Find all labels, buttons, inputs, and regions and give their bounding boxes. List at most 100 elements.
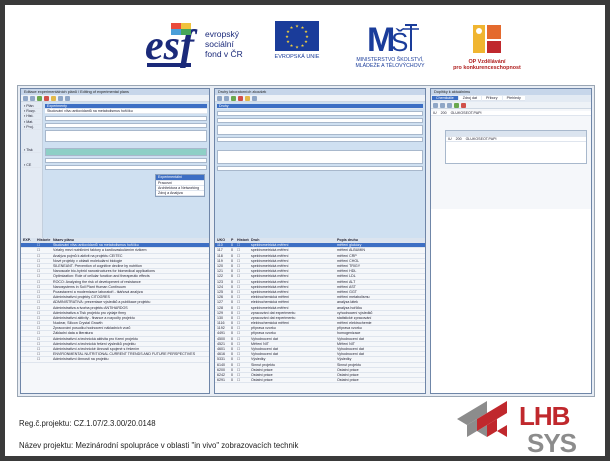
supplement-grid-row[interactable]: IU 200 GLUKOSEOT.PAPI [446,137,586,142]
history-checkbox[interactable]: ☐ [235,269,249,273]
history-checkbox[interactable]: ☐ [235,243,249,247]
history-checkbox[interactable]: ☐ [235,357,249,361]
history-checkbox[interactable]: ☐ [235,378,249,382]
lab-test-code-field[interactable] [217,111,423,117]
history-checkbox[interactable]: ☐ [35,280,51,284]
history-checkbox[interactable]: ☐ [235,316,249,320]
tab-chemicals[interactable]: Chemikálie [432,96,458,102]
refresh-icon[interactable] [252,96,257,101]
tab-devices[interactable]: Příbory [481,96,502,102]
history-checkbox[interactable]: ☐ [35,306,51,310]
history-checkbox[interactable]: ☐ [35,357,51,361]
next-record-icon[interactable] [447,103,452,109]
project-row-highlight[interactable] [45,148,207,157]
history-checkbox[interactable]: ☐ [235,347,249,351]
open-icon[interactable] [217,96,222,101]
history-checkbox[interactable]: ☐ [35,326,51,330]
history-checkbox[interactable]: ☐ [35,347,51,351]
lab-test-description-field[interactable] [217,125,423,136]
delete-icon[interactable] [461,103,466,109]
history-checkbox[interactable]: ☐ [35,254,51,258]
prev-record-icon[interactable] [440,103,445,109]
delete-icon[interactable] [238,96,243,101]
history-checkbox[interactable]: ☐ [35,248,51,252]
lab-test-device-field[interactable] [217,150,423,165]
add-icon[interactable] [231,96,236,101]
project-date-field[interactable] [45,165,207,171]
project-type-dropdown[interactable]: Experimentální Pracovní Architektura a N… [155,174,205,198]
experiment-author-field[interactable] [45,123,207,129]
nav-item[interactable]: ▪ Tisk [22,148,41,154]
history-checkbox[interactable]: ☐ [35,300,51,304]
add-icon[interactable] [454,103,459,109]
plan-list-row[interactable]: ☐ Administrativní činnosti na projektu [21,357,209,363]
history-checkbox[interactable]: ☐ [35,337,51,341]
history-checkbox[interactable]: ☐ [35,259,51,263]
history-checkbox[interactable]: ☐ [35,295,51,299]
refresh-icon[interactable] [58,96,63,101]
history-checkbox[interactable]: ☐ [235,368,249,372]
uko-cell: 129 [217,310,223,315]
history-checkbox[interactable]: ☐ [235,290,249,294]
edit-icon[interactable] [51,96,56,101]
tab-overviews[interactable]: Přehledy [502,96,525,102]
history-checkbox[interactable]: ☐ [235,342,249,346]
history-checkbox[interactable]: ☐ [235,285,249,289]
history-checkbox[interactable]: ☐ [235,337,249,341]
history-checkbox[interactable]: ☐ [235,264,249,268]
history-checkbox[interactable]: ☐ [235,373,249,377]
history-checkbox[interactable]: ☐ [235,274,249,278]
first-record-icon[interactable] [433,103,438,109]
history-checkbox[interactable]: ☐ [35,311,51,315]
history-checkbox[interactable]: ☐ [235,331,249,335]
experiment-title-field[interactable] [45,116,207,122]
edit-icon[interactable] [245,96,250,101]
history-checkbox[interactable]: ☐ [235,311,249,315]
history-checkbox[interactable]: ☐ [35,342,51,346]
experiment-description-field[interactable] [45,130,207,143]
history-checkbox[interactable]: ☐ [235,321,249,325]
supplement-detail-grid: IU 200 GLUKOSEOT.PAPI [445,130,587,165]
history-checkbox[interactable]: ☐ [35,331,51,335]
lab-test-tab[interactable]: Druhy [217,104,423,110]
type-desc-cell: Výsledky [337,357,352,362]
history-checkbox[interactable]: ☐ [235,326,249,330]
history-checkbox[interactable]: ☐ [235,295,249,299]
save-icon[interactable] [224,96,229,101]
history-checkbox[interactable]: ☐ [35,285,51,289]
experiment-note-field[interactable]: Studování vlivu antioxidantů na metaboli… [45,109,207,115]
history-checkbox[interactable]: ☐ [35,352,51,356]
history-checkbox[interactable]: ☐ [35,274,51,278]
history-checkbox[interactable]: ☐ [235,363,249,367]
lab-test-unit-field[interactable] [217,166,423,172]
history-checkbox[interactable]: ☐ [35,290,51,294]
project-type-option[interactable]: Zdroj a Analýza [156,191,204,197]
lab-test-name-field[interactable] [217,118,423,124]
delete-icon[interactable] [44,96,49,101]
project-name-field[interactable] [45,158,207,164]
msmt-mark-icon: M Š [367,21,419,57]
history-checkbox[interactable]: ☐ [235,352,249,356]
nav-item[interactable]: ▪ Proj. [22,125,41,130]
tab-data-source[interactable]: Zdroj dat [458,96,481,102]
history-checkbox[interactable]: ☐ [235,300,249,304]
history-checkbox[interactable]: ☐ [235,306,249,310]
supplement-row[interactable]: IU 200 GLUKOSEOT.PAPI [431,111,591,117]
open-icon[interactable] [23,96,28,101]
history-checkbox[interactable]: ☐ [35,321,51,325]
history-checkbox[interactable]: ☐ [235,248,249,252]
save-icon[interactable] [30,96,35,101]
history-checkbox[interactable]: ☐ [35,316,51,320]
history-checkbox[interactable]: ☐ [235,259,249,263]
nav-item[interactable]: ▪ CE [22,163,41,169]
history-checkbox[interactable]: ☐ [35,243,51,247]
history-checkbox[interactable]: ☐ [35,269,51,273]
lab-test-method-field[interactable] [217,137,423,143]
filter-icon[interactable] [65,96,70,101]
history-checkbox[interactable]: ☐ [235,254,249,258]
add-icon[interactable] [37,96,42,101]
type-desc-cell: vyhodnocení výsledků [337,310,373,315]
history-checkbox[interactable]: ☐ [35,264,51,268]
history-checkbox[interactable]: ☐ [235,280,249,284]
lab-test-row[interactable]: 6291 0 ☐ Ostatní práce Ostatní práce [215,378,425,384]
